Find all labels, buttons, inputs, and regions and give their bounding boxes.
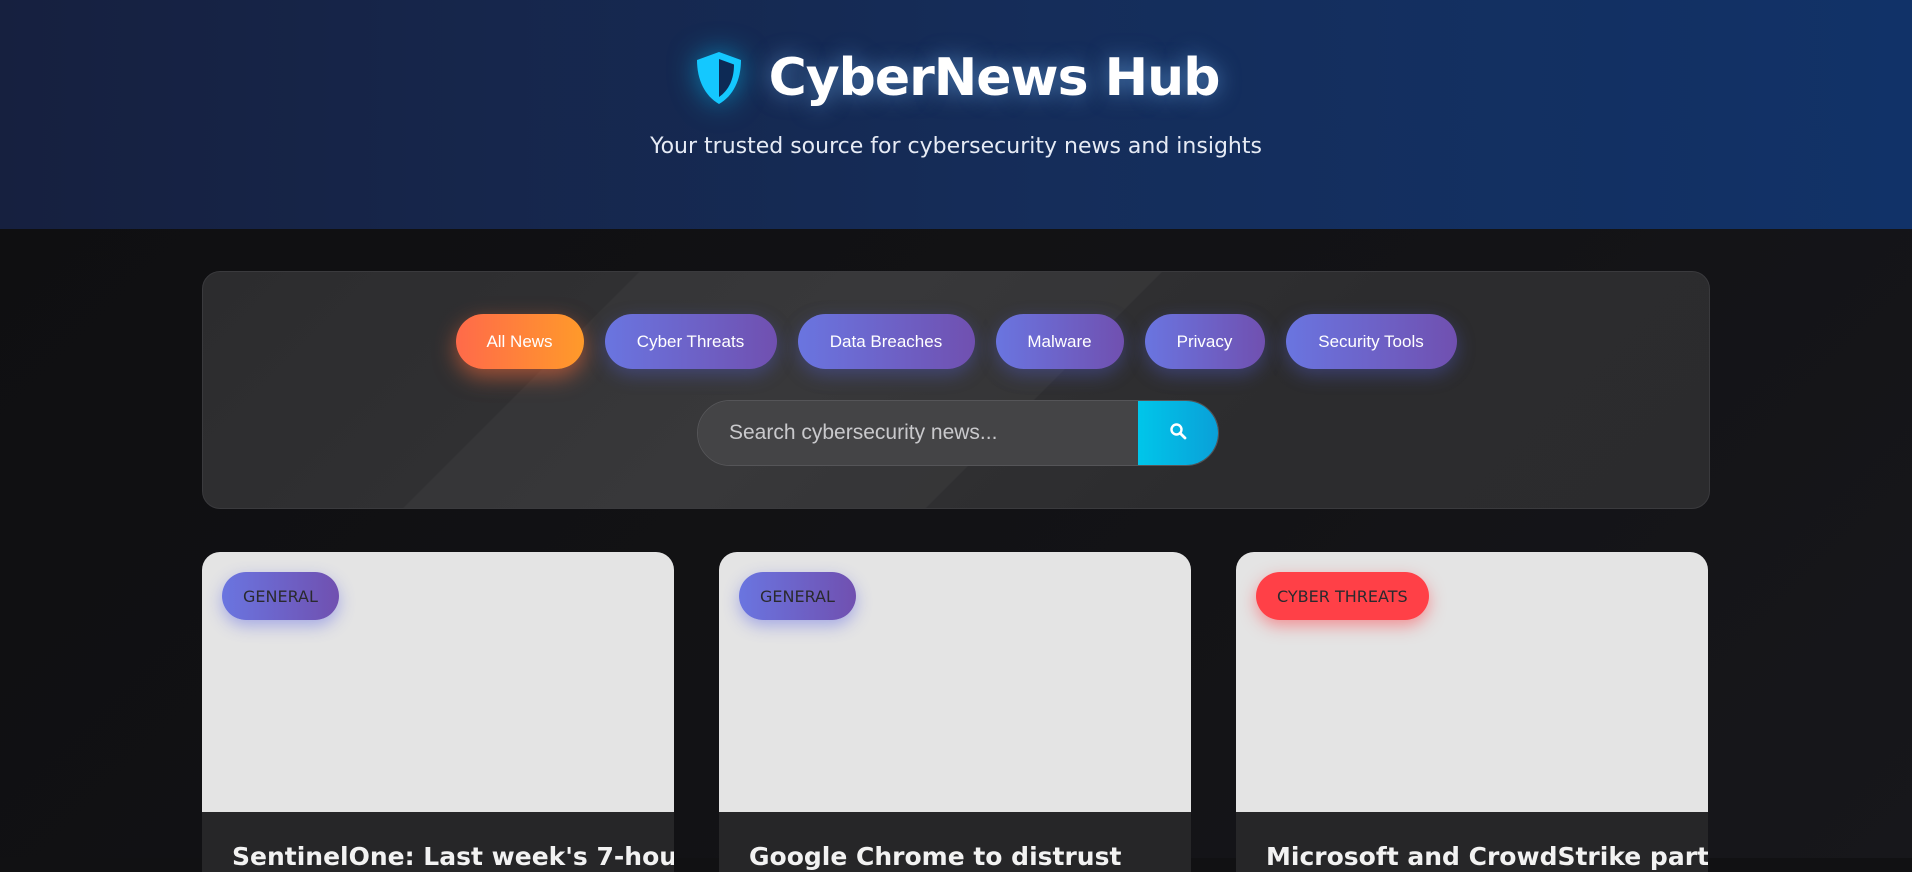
article-image: CYBER THREATS xyxy=(1236,552,1708,812)
tab-security-tools[interactable]: Security Tools xyxy=(1285,314,1457,369)
article-title[interactable]: SentinelOne: Last week's 7-hour xyxy=(232,842,674,871)
tab-cyber-threats[interactable]: Cyber Threats xyxy=(604,314,777,369)
article-card[interactable]: GENERAL SentinelOne: Last week's 7-hour xyxy=(202,552,674,872)
article-card[interactable]: CYBER THREATS Microsoft and CrowdStrike … xyxy=(1236,552,1708,872)
panel-decoration xyxy=(203,272,1709,508)
tab-malware[interactable]: Malware xyxy=(995,314,1124,369)
site-title[interactable]: CyberNews Hub xyxy=(769,48,1221,108)
article-card[interactable]: GENERAL Google Chrome to distrust xyxy=(719,552,1191,872)
tab-label: Cyber Threats xyxy=(636,331,745,351)
tab-label: All News xyxy=(486,331,553,351)
tab-label: Security Tools xyxy=(1318,331,1424,351)
category-badge: GENERAL xyxy=(739,572,856,620)
article-title[interactable]: Microsoft and CrowdStrike partner xyxy=(1266,842,1708,871)
article-image: GENERAL xyxy=(202,552,674,812)
article-image: GENERAL xyxy=(719,552,1191,812)
search-bar xyxy=(697,400,1219,466)
category-badge: GENERAL xyxy=(222,572,339,620)
category-badge: CYBER THREATS xyxy=(1256,572,1429,620)
tab-data-breaches[interactable]: Data Breaches xyxy=(797,314,975,369)
tab-privacy[interactable]: Privacy xyxy=(1144,314,1265,369)
tab-label: Privacy xyxy=(1176,331,1233,351)
article-title[interactable]: Google Chrome to distrust xyxy=(749,842,1121,871)
site-tagline: Your trusted source for cybersecurity ne… xyxy=(650,134,1262,159)
tab-all-news[interactable]: All News xyxy=(455,314,584,369)
category-tabs: All News Cyber Threats Data Breaches Mal… xyxy=(203,314,1709,369)
search-button[interactable] xyxy=(1138,401,1218,465)
tab-label: Data Breaches xyxy=(829,331,943,351)
tab-label: Malware xyxy=(1027,331,1092,351)
site-header: CyberNews Hub Your trusted source for cy… xyxy=(0,0,1912,229)
brand: CyberNews Hub xyxy=(0,48,1912,108)
filter-panel: All News Cyber Threats Data Breaches Mal… xyxy=(202,271,1710,509)
search-icon xyxy=(1169,422,1187,445)
search-input[interactable] xyxy=(698,401,1138,465)
shield-icon xyxy=(693,50,745,106)
